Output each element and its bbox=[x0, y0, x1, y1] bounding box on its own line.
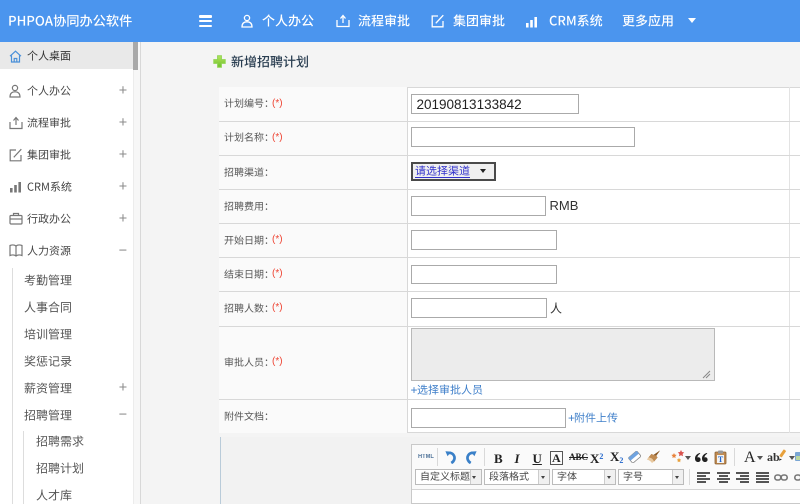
svg-text:T: T bbox=[718, 455, 724, 464]
